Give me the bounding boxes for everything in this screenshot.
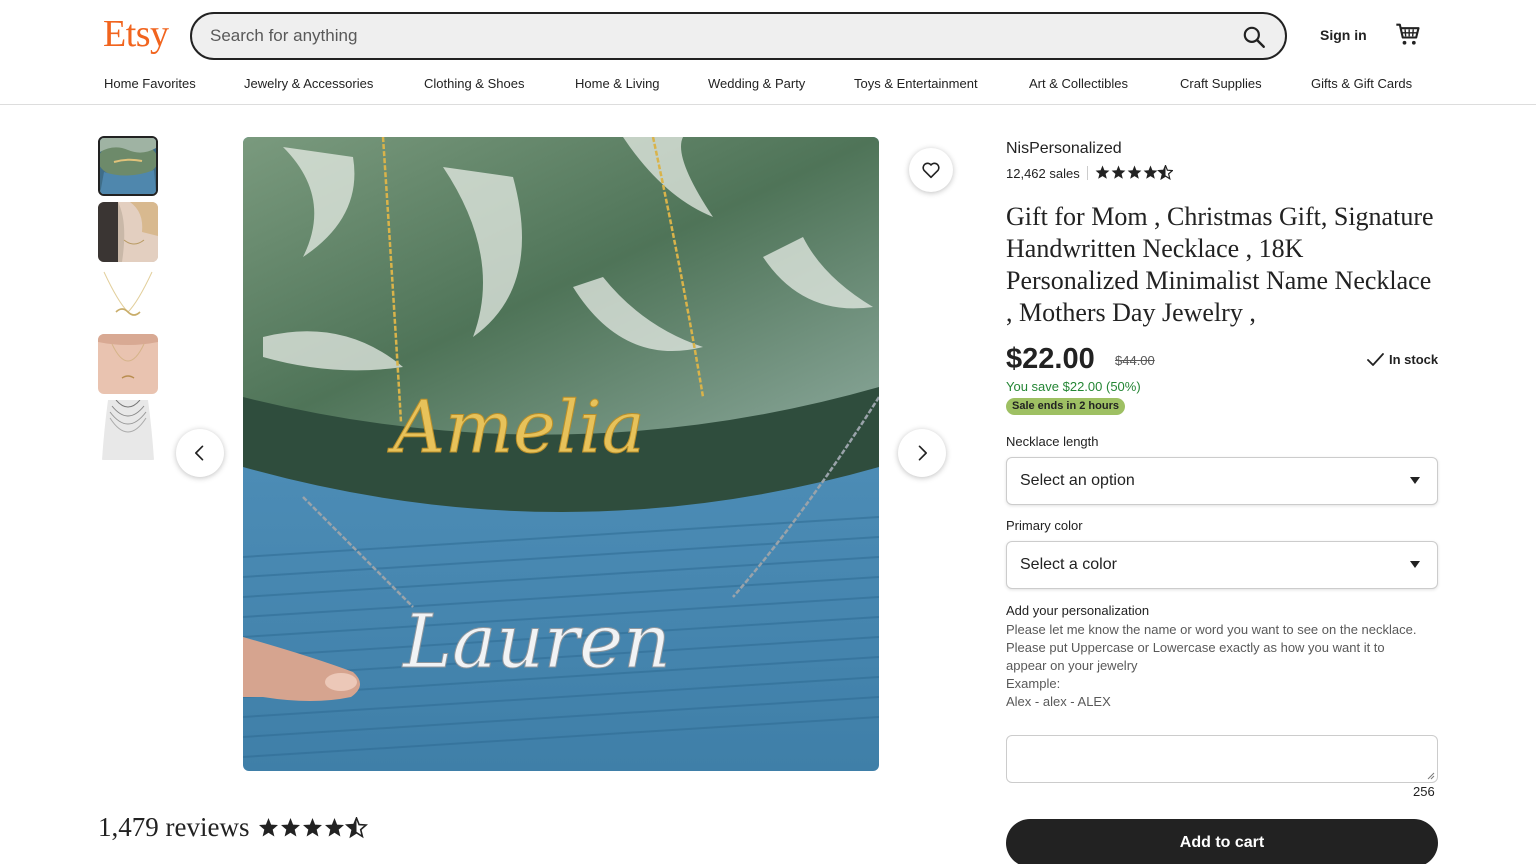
thumbnail-image: [98, 400, 158, 460]
caret-down-icon: [1410, 561, 1420, 568]
star-icon: [1111, 165, 1126, 179]
instruction-line: Please put Uppercase or Lowercase exactl…: [1006, 640, 1385, 673]
nav-item-art-collectibles[interactable]: Art & Collectibles: [1029, 76, 1128, 91]
chevron-left-icon: [195, 445, 204, 461]
etsy-logo[interactable]: Etsy: [103, 12, 169, 56]
thumbnail-4[interactable]: [98, 334, 158, 394]
half-star-icon: [344, 815, 369, 839]
stock-label: In stock: [1389, 352, 1439, 367]
star-icon: [1127, 165, 1142, 179]
sales-count: 12,462 sales: [1006, 166, 1080, 181]
sales-divider: [1087, 166, 1088, 180]
original-price: $44.00: [1115, 353, 1155, 368]
favorite-button[interactable]: [909, 148, 953, 192]
previous-image-button[interactable]: [176, 429, 224, 477]
search-bar: [190, 12, 1287, 60]
nav-item-toys-entertainment[interactable]: Toys & Entertainment: [854, 76, 978, 91]
thumbnail-image: [98, 202, 158, 262]
listing-title: Gift for Mom , Christmas Gift, Signature…: [1006, 202, 1434, 327]
sale-price: $22.00: [1006, 343, 1095, 375]
primary-color-value: Select a color: [1020, 556, 1117, 573]
thumbnail-2[interactable]: [98, 202, 158, 262]
thumbnail-1[interactable]: [98, 136, 158, 196]
primary-color-select[interactable]: Select a color: [1006, 541, 1438, 589]
cart-icon: [1396, 23, 1420, 45]
necklace-length-value: Select an option: [1020, 472, 1135, 489]
necklace-length-label: Necklace length: [1006, 434, 1099, 449]
character-count: 256: [1413, 784, 1435, 799]
personalization-input[interactable]: [1006, 735, 1438, 783]
nav-item-home-favorites[interactable]: Home Favorites: [104, 76, 196, 91]
silver-name-text: Lauren: [401, 599, 671, 685]
personalization-instructions: Please let me know the name or word you …: [1006, 621, 1426, 711]
personalization-label: Add your personalization: [1006, 603, 1150, 618]
instruction-line: Alex - alex - ALEX: [1006, 694, 1111, 709]
half-star-icon: [1157, 163, 1174, 181]
thumbnail-image: [98, 334, 158, 394]
thumbnail-image: [98, 268, 158, 328]
star-icon: [1095, 165, 1110, 179]
thumbnail-3[interactable]: [98, 268, 158, 328]
thumbnail-image: [100, 138, 156, 194]
instruction-line: Please let me know the name or word you …: [1006, 622, 1417, 637]
nav-item-wedding-party[interactable]: Wedding & Party: [708, 76, 805, 91]
category-nav: Home Favorites Jewelry & Accessories Clo…: [0, 76, 1536, 96]
nav-item-craft-supplies[interactable]: Craft Supplies: [1180, 76, 1262, 91]
star-icon: [1143, 165, 1158, 179]
instruction-line: Example:: [1006, 676, 1061, 691]
search-button[interactable]: [1241, 24, 1267, 50]
thumbnail-5[interactable]: [98, 400, 158, 460]
star-icon: [281, 818, 300, 837]
necklace-photo: Amelia Lauren: [243, 137, 879, 771]
nav-item-jewelry-accessories[interactable]: Jewelry & Accessories: [244, 76, 373, 91]
sale-ends-badge: Sale ends in 2 hours: [1006, 398, 1125, 415]
resize-grip-icon[interactable]: [1427, 772, 1435, 780]
caret-down-icon: [1410, 477, 1420, 484]
nav-item-clothing-shoes[interactable]: Clothing & Shoes: [424, 76, 524, 91]
necklace-length-select[interactable]: Select an option: [1006, 457, 1438, 505]
cart-button[interactable]: [1394, 20, 1422, 48]
main-product-image: Amelia Lauren: [243, 137, 879, 771]
nav-item-gifts-gift-cards[interactable]: Gifts & Gift Cards: [1311, 76, 1412, 91]
star-icon: [325, 818, 344, 837]
nav-item-home-living[interactable]: Home & Living: [575, 76, 660, 91]
reviews-heading: 1,479 reviews: [98, 812, 250, 842]
star-icon: [303, 818, 322, 837]
site-header: Etsy Sign in Home Favorites Jewelry & Ac…: [0, 0, 1536, 105]
checkmark-icon: [1367, 352, 1384, 366]
sign-in-link[interactable]: Sign in: [1320, 27, 1367, 43]
shop-rating[interactable]: [1095, 163, 1174, 185]
savings-text: You save $22.00 (50%): [1006, 379, 1141, 394]
shop-name-link[interactable]: NisPersonalized: [1006, 140, 1122, 158]
add-to-cart-button[interactable]: Add to cart: [1006, 819, 1438, 864]
star-icon: [259, 818, 278, 837]
chevron-right-icon: [918, 445, 927, 461]
next-image-button[interactable]: [898, 429, 946, 477]
reviews-rating: [258, 815, 369, 844]
gold-name-text: Amelia: [387, 385, 645, 469]
stock-status: In stock: [1367, 352, 1438, 367]
heart-icon: [922, 162, 940, 179]
primary-color-label: Primary color: [1006, 518, 1083, 533]
search-input[interactable]: [210, 14, 1210, 58]
search-icon: [1243, 26, 1265, 48]
